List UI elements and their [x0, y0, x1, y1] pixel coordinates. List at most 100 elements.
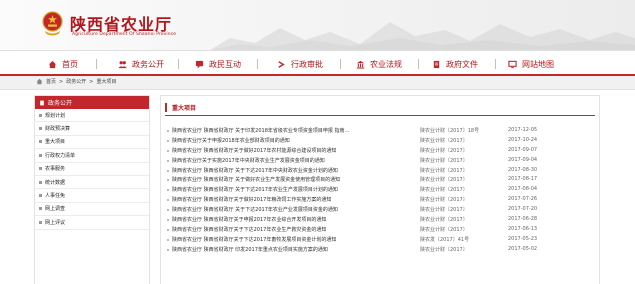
list-item[interactable]: 陕西省农业厅 陕西省财政厅关于做好2017年农村能源综合建设项目的通知 陕农业计财…	[167, 146, 593, 156]
list-item-date: 2017-08-04	[508, 186, 538, 193]
list-item[interactable]: 陕西省农业厅 陕西省财政厅关于做好2017年粮改饲工作实施方案的通知 陕农业计财〔…	[167, 195, 593, 205]
list-item[interactable]: 陕西省农业厅关于实施2017年中央财政农业生产发展资金项目的通知 陕农业计财〔20…	[167, 156, 593, 166]
list-item-date: 2017-05-02	[508, 245, 538, 252]
list-item-title[interactable]: 陕西省农业厅 陕西省财政厅 关于做好农业生产发展资金使用管理项目的通知	[172, 176, 404, 183]
list-item-date: 2017-08-30	[508, 166, 538, 173]
sidebar-item-statistics[interactable]: 统计数据	[35, 176, 149, 190]
list-item[interactable]: 陕西省农业厅 陕西省财政厅关于下达2017年畜牧发展项目资金计划的通知 陕农发〔2…	[167, 235, 593, 245]
list-item-title[interactable]: 陕西省农业厅关于实施2017年中央财政农业生产发展资金项目的通知	[172, 157, 404, 164]
arrow-icon	[278, 60, 285, 68]
list-item[interactable]: 陕西省农业厅 陕西省财政厅 关于印发2018年省级农业专项资金项目申报 指南..…	[167, 126, 593, 136]
list-item-title[interactable]: 陕西省农业厅 陕西省财政厅关于下达2017年畜牧发展项目资金计划的通知	[172, 236, 404, 243]
sidebar-item-power-list[interactable]: 行政权力清单	[35, 149, 149, 163]
monitor-icon	[508, 60, 517, 68]
building-icon	[356, 60, 365, 69]
nav-item-interaction[interactable]: 政民互动	[195, 57, 241, 71]
sidebar-item-label: 重大项目	[45, 139, 66, 146]
sidebar-item-label: 网上评议	[45, 219, 66, 226]
list-item[interactable]: 陕西省农业厅 陕西省财政厅关于下达2017年农业生产救灾资金的通知 陕农业计财〔2…	[167, 225, 593, 235]
sidebar-item-review[interactable]: 网上评议	[35, 216, 149, 230]
list-item-title[interactable]: 陕西省农业厅 陕西省财政厅关于做好2017年农村能源综合建设项目的通知	[172, 147, 404, 154]
breadcrumb-separator: >	[59, 78, 64, 85]
nav-item-government-affairs[interactable]: 政务公开	[118, 57, 164, 71]
nav-label: 网站地图	[522, 59, 554, 69]
list-item-date: 2017-08-17	[508, 176, 538, 183]
list-item-date: 2017-06-28	[508, 216, 538, 223]
list-item[interactable]: 陕西省农业厅 陕西省财政厅 印发2017年重点农业项目实施方案的通知 陕农业计财〔…	[167, 245, 593, 255]
site-banner: 陕西省农业厅 Agriculture Department Of Shaanxi…	[0, 0, 635, 50]
nav-item-regulations[interactable]: 农业法规	[356, 57, 402, 71]
main-navigation: 首页 政务公开 政民互动 行政审批 农业法规 政府文件 网站地图	[0, 50, 635, 76]
sidebar-item-major-projects[interactable]: 重大项目	[35, 136, 149, 150]
list-item-title[interactable]: 陕西省农业厅 陕西省财政厅 关于下达2017年中央财政农业资金计划的通知	[172, 167, 404, 174]
list-item[interactable]: 陕西省农业厅 陕西省财政厅关于申报2017年农业综合开发项目的通知 陕农业计财〔2…	[167, 215, 593, 225]
home-icon	[36, 78, 43, 85]
bullet-icon	[39, 113, 42, 117]
list-item-title[interactable]: 陕西省农业厅 陕西省财政厅关于做好2017年粮改饲工作实施方案的通知	[172, 196, 404, 203]
home-icon	[48, 60, 57, 68]
list-item[interactable]: 陕西省农业厅 陕西省财政厅 关于下达2017年中央财政农业资金计划的通知 陕农业计…	[167, 166, 593, 176]
bullet-icon	[39, 220, 42, 224]
nav-divider	[495, 59, 496, 69]
bullet-icon	[167, 228, 169, 231]
article-list: 陕西省农业厅 陕西省财政厅 关于印发2018年省级农业专项资金项目申报 指南..…	[167, 126, 593, 255]
nav-label: 行政审批	[291, 59, 323, 69]
sidebar-item-label: 人事任免	[45, 193, 66, 200]
sidebar-item-label: 财政预决算	[45, 126, 71, 133]
list-item-doc-number: 陕农业计财〔2017〕18号	[420, 128, 480, 134]
list-item-title[interactable]: 陕西省农业厅 陕西省财政厅 关于印发2018年省级农业专项资金项目申报 指南..…	[172, 127, 404, 134]
sidebar-item-label: 规划计划	[45, 112, 66, 119]
nav-divider	[340, 59, 341, 69]
list-item-date: 2017-05-23	[508, 235, 538, 242]
list-item-title[interactable]: 陕西省农业厅 陕西省财政厅 印发2017年重点农业项目实施方案的通知	[172, 246, 404, 253]
list-item-doc-number: 陕农业计财〔2017〕	[420, 246, 468, 253]
nav-label: 首页	[62, 59, 78, 69]
list-item-title[interactable]: 陕西省农业厅 陕西省财政厅关于申报2017年农业综合开发项目的通知	[172, 216, 404, 223]
sidebar-item-survey[interactable]: 网上调查	[35, 203, 149, 217]
list-item-title[interactable]: 陕西省农业厅 陕西省财政厅 关于下达2017年农业生产发展项目计划的通知	[172, 186, 404, 193]
sidebar-item-personnel[interactable]: 人事任免	[35, 189, 149, 203]
content-panel: 重大项目 陕西省农业厅 陕西省财政厅 关于印发2018年省级农业专项资金项目申报…	[160, 95, 600, 284]
list-item[interactable]: 陕西省农业厅关于申报2018年农业部财政项目的通知 陕农业计财〔2017〕 2017…	[167, 136, 593, 146]
bullet-icon	[167, 159, 169, 162]
bullet-icon	[167, 139, 169, 142]
sidebar-item-planning[interactable]: 规划计划	[35, 109, 149, 123]
bullet-icon	[167, 149, 169, 152]
nav-divider	[96, 59, 97, 69]
list-item-doc-number: 陕农业计财〔2017〕	[420, 147, 468, 154]
nav-item-home[interactable]: 首页	[48, 57, 78, 71]
list-item[interactable]: 陕西省农业厅 陕西省财政厅 关于下达2017年农业生产发展项目计划的通知 陕农业计…	[167, 185, 593, 195]
nav-divider	[178, 59, 179, 69]
list-item-title[interactable]: 陕西省农业厅关于申报2018年农业部财政项目的通知	[172, 137, 404, 144]
nav-item-documents[interactable]: 政府文件	[432, 57, 478, 71]
list-item-date: 2017-10-24	[508, 136, 538, 143]
list-item-title[interactable]: 陕西省农业厅 陕西省财政厅 关于下达2017年农业产业发展项目资金的通知	[172, 206, 404, 213]
list-item-doc-number: 陕农业计财〔2017〕	[420, 167, 468, 174]
nav-item-approval[interactable]: 行政审批	[277, 57, 323, 71]
bullet-icon	[167, 248, 169, 251]
bullet-icon	[39, 153, 42, 157]
sidebar-item-label: 农事服务	[45, 166, 66, 173]
nav-label: 政务公开	[132, 59, 164, 69]
sidebar-item-budget[interactable]: 财政预决算	[35, 122, 149, 136]
breadcrumb-level1[interactable]: 政务公开	[66, 78, 86, 85]
nav-label: 政府文件	[446, 59, 478, 69]
sidebar-header: 政务公开	[35, 96, 149, 109]
bullet-icon	[39, 140, 42, 144]
list-item-date: 2017-07-20	[508, 206, 538, 213]
bullet-icon	[167, 130, 169, 132]
bullet-icon	[167, 209, 169, 212]
breadcrumb-bar: 首页 > 政务公开 > 重大项目	[0, 76, 635, 90]
nav-item-sitemap[interactable]: 网站地图	[508, 57, 554, 71]
breadcrumb-home[interactable]: 首页	[46, 78, 56, 85]
list-item-doc-number: 陕农业计财〔2017〕	[420, 157, 468, 164]
list-item-date: 2017-09-07	[508, 146, 538, 153]
list-item[interactable]: 陕西省农业厅 陕西省财政厅 关于下达2017年农业产业发展项目资金的通知 陕农业计…	[167, 205, 593, 215]
breadcrumb-separator: >	[89, 78, 94, 85]
sidebar-item-services[interactable]: 农事服务	[35, 163, 149, 176]
list-item[interactable]: 陕西省农业厅 陕西省财政厅 关于做好农业生产发展资金使用管理项目的通知 陕农业计财…	[167, 175, 593, 185]
list-item-doc-number: 陕农业计财〔2017〕	[420, 217, 468, 224]
list-item-doc-number: 陕农业计财〔2017〕	[420, 177, 468, 184]
nav-label: 农业法规	[370, 59, 402, 69]
list-item-title[interactable]: 陕西省农业厅 陕西省财政厅关于下达2017年农业生产救灾资金的通知	[172, 226, 404, 233]
